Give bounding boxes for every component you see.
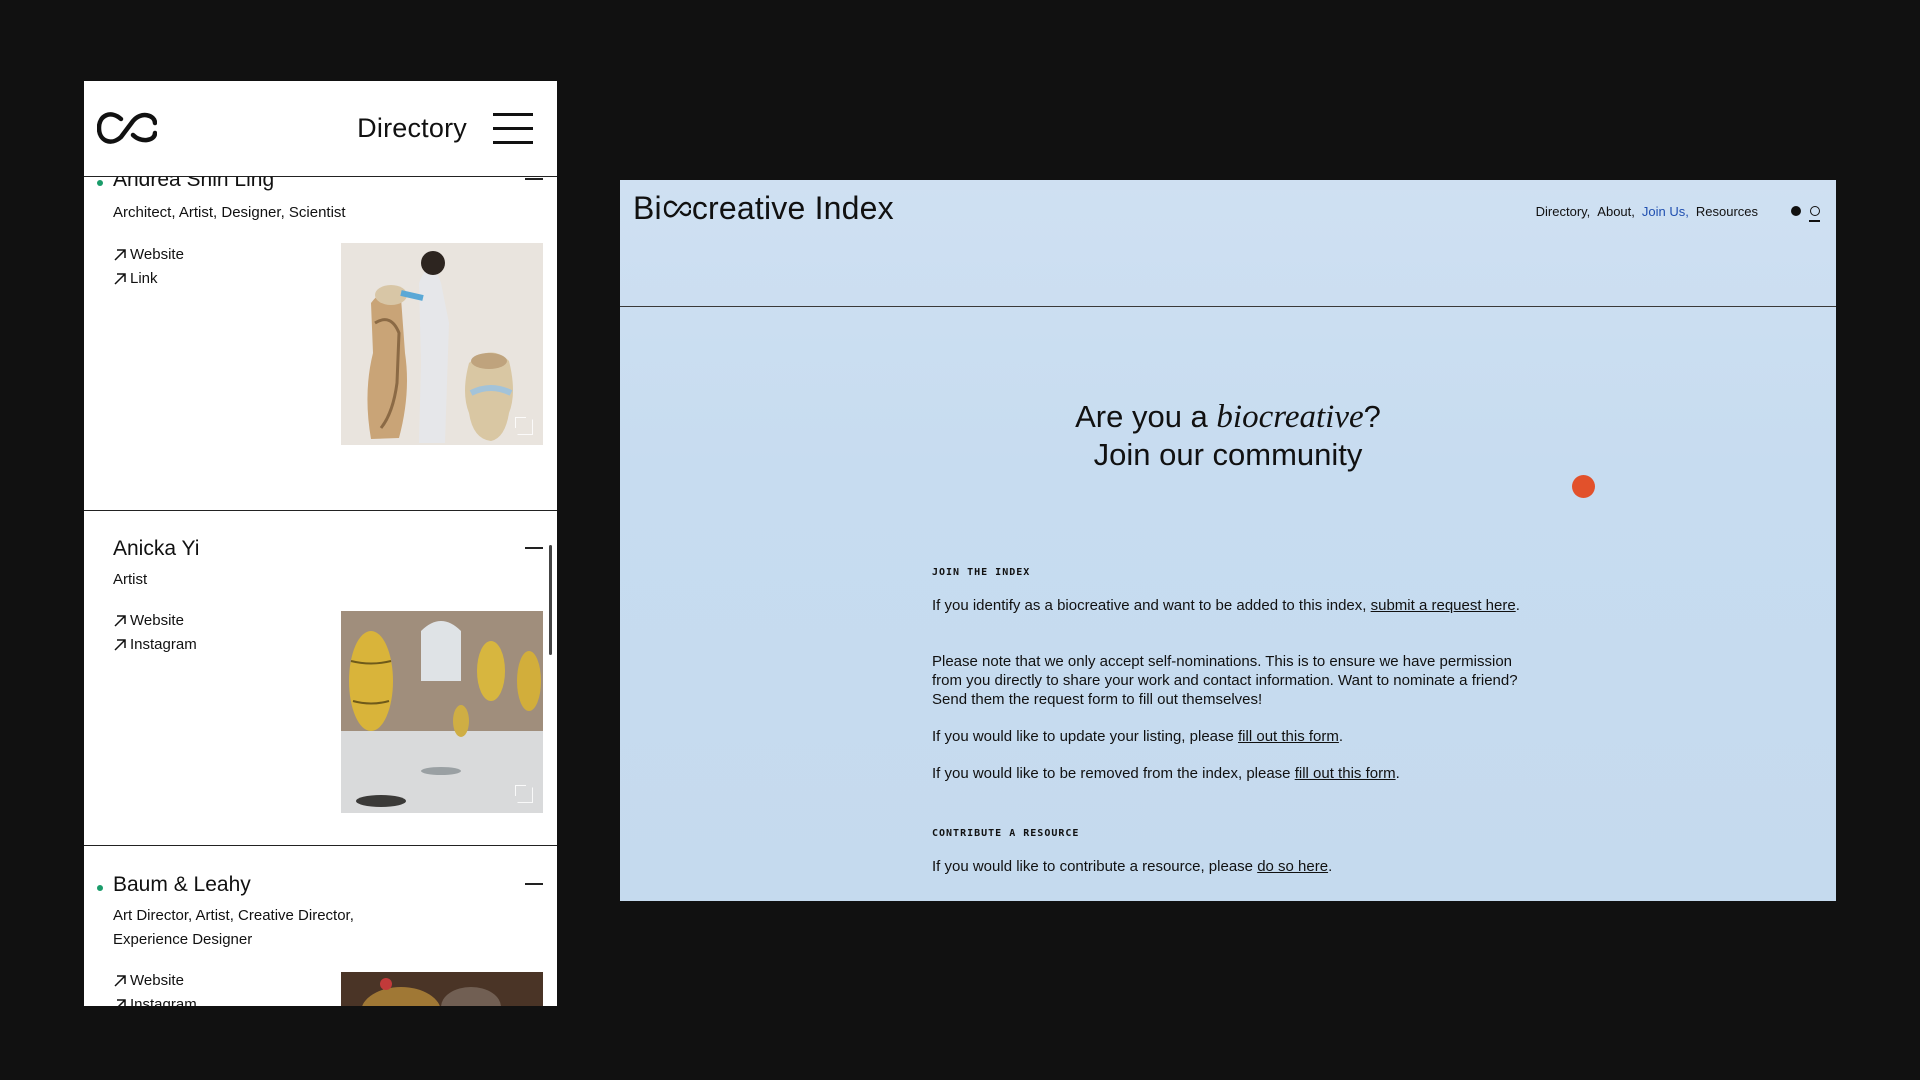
- contribute-resource-link[interactable]: do so here: [1257, 858, 1328, 875]
- instagram-link[interactable]: Instagram: [113, 636, 197, 653]
- entry-roles: Art Director, Artist, Creative Director,…: [113, 907, 354, 948]
- website-link[interactable]: Website: [113, 972, 184, 989]
- collapse-minus-icon[interactable]: [525, 883, 543, 885]
- entry-photo[interactable]: [341, 611, 543, 813]
- nav-directory[interactable]: Directory,: [1536, 204, 1591, 219]
- status-dot: [97, 180, 103, 186]
- list-item: Baum & Leahy Art Director, Artist, Creat…: [84, 847, 557, 1006]
- desktop-join-screen: Bi creative Index Directory, About, Join…: [620, 180, 1836, 901]
- paragraph-text: If you would like to update your listing…: [932, 728, 1239, 745]
- section-heading-contribute: CONTRIBUTE A RESOURCE: [932, 828, 1080, 839]
- view-toggle: [1791, 206, 1820, 222]
- paragraph-text: .: [1395, 765, 1400, 782]
- nav-about[interactable]: About,: [1597, 204, 1635, 219]
- expand-icon[interactable]: [515, 417, 533, 435]
- paragraph-text: If you would like to be removed from the…: [932, 765, 1295, 782]
- cursor-dot: [1572, 475, 1595, 498]
- directory-list: Andrea Shin Ling Architect, Artist, Desi…: [84, 168, 557, 1006]
- nav-join-us[interactable]: Join Us,: [1642, 204, 1689, 219]
- paragraph-text: .: [1328, 858, 1333, 875]
- hero-text: Are you a: [1075, 399, 1217, 434]
- section-heading-join: JOIN THE INDEX: [932, 567, 1031, 578]
- installation-image: [341, 611, 543, 813]
- arrow-up-right-icon: [114, 248, 126, 261]
- empty-circle-icon[interactable]: [1810, 206, 1820, 216]
- link-label: Link: [130, 270, 158, 287]
- logo-icon: [663, 200, 691, 217]
- paragraph-text: If you would like to contribute a resour…: [932, 858, 1258, 875]
- desktop-header: Bi creative Index Directory, About, Join…: [620, 180, 1836, 307]
- paragraph-text: .: [1515, 597, 1520, 614]
- link-label: Website: [130, 612, 184, 629]
- arrow-up-right-icon: [114, 272, 126, 285]
- sculpture-image: [341, 243, 543, 445]
- list-item: Andrea Shin Ling Architect, Artist, Desi…: [84, 146, 557, 511]
- link-label: Instagram: [130, 996, 197, 1006]
- submit-request-link[interactable]: submit a request here: [1371, 597, 1516, 614]
- paragraph-text: If you identify as a biocreative and wan…: [932, 597, 1371, 614]
- hero-heading: Are you a biocreative? Join our communit…: [620, 398, 1836, 473]
- entry-roles: Artist: [113, 571, 148, 588]
- main-nav: Directory, About, Join Us, Resources: [1536, 204, 1758, 219]
- collapse-minus-icon[interactable]: [525, 547, 543, 549]
- filled-circle-icon[interactable]: [1791, 206, 1801, 216]
- join-paragraph-1: If you identify as a biocreative and wan…: [932, 596, 1532, 615]
- entry-name: Baum & Leahy: [113, 873, 251, 896]
- instagram-link[interactable]: Instagram: [113, 996, 197, 1006]
- hero-line-2: Join our community: [1093, 437, 1363, 472]
- entry-photo[interactable]: [341, 243, 543, 445]
- toggle-underline: [1809, 220, 1820, 222]
- collapse-minus-icon[interactable]: [525, 178, 543, 180]
- expand-icon[interactable]: [515, 785, 533, 803]
- hero-text: ?: [1363, 399, 1381, 434]
- arrow-up-right-icon: [117, 998, 126, 1006]
- mobile-directory-screen: Directory Andrea Shin Ling Architect, Ar…: [84, 81, 557, 1006]
- mobile-header: Directory: [84, 81, 557, 177]
- join-paragraph-2: Please note that we only accept self-nom…: [932, 653, 1518, 708]
- brand-text-start: Bi: [633, 190, 662, 226]
- nav-resources[interactable]: Resources: [1696, 204, 1758, 219]
- hero-line-1: Are you a biocreative?: [620, 398, 1836, 436]
- hero-emphasis: biocreative: [1216, 399, 1364, 435]
- website-link[interactable]: Website: [113, 612, 184, 629]
- paragraph-text: .: [1338, 728, 1344, 745]
- link-label: Website: [130, 246, 184, 263]
- entry-photo[interactable]: [341, 972, 543, 1006]
- join-paragraph-4: If you would like to be removed from the…: [932, 764, 1532, 783]
- hamburger-menu-icon[interactable]: [493, 111, 533, 145]
- scrollbar[interactable]: [549, 545, 552, 655]
- arrow-up-right-icon: [114, 638, 126, 651]
- brand-text-end: creative Index: [691, 190, 894, 226]
- update-listing-link[interactable]: fill out this form: [1238, 728, 1339, 745]
- contribute-paragraph: If you would like to contribute a resour…: [932, 857, 1532, 876]
- logo-icon[interactable]: [97, 109, 157, 147]
- arrow-up-right-icon: [114, 614, 126, 627]
- website-link[interactable]: Website: [113, 246, 184, 263]
- link-label: Instagram: [130, 636, 197, 653]
- remove-listing-link[interactable]: fill out this form: [1295, 765, 1396, 782]
- external-link[interactable]: Link: [113, 270, 158, 287]
- link-label: Website: [130, 972, 184, 989]
- page-title: Directory: [357, 113, 467, 143]
- list-item: Anicka Yi Artist Website Instagram: [84, 511, 557, 846]
- artwork-image: [341, 972, 543, 1006]
- status-dot: [97, 885, 103, 891]
- site-logo[interactable]: Bi creative Index: [633, 190, 894, 227]
- entry-name: Anicka Yi: [113, 537, 200, 560]
- join-paragraph-3: If you would like to update your listing…: [932, 727, 1532, 746]
- arrow-up-right-icon: [114, 974, 126, 987]
- entry-roles: Architect, Artist, Designer, Scientist: [113, 204, 346, 221]
